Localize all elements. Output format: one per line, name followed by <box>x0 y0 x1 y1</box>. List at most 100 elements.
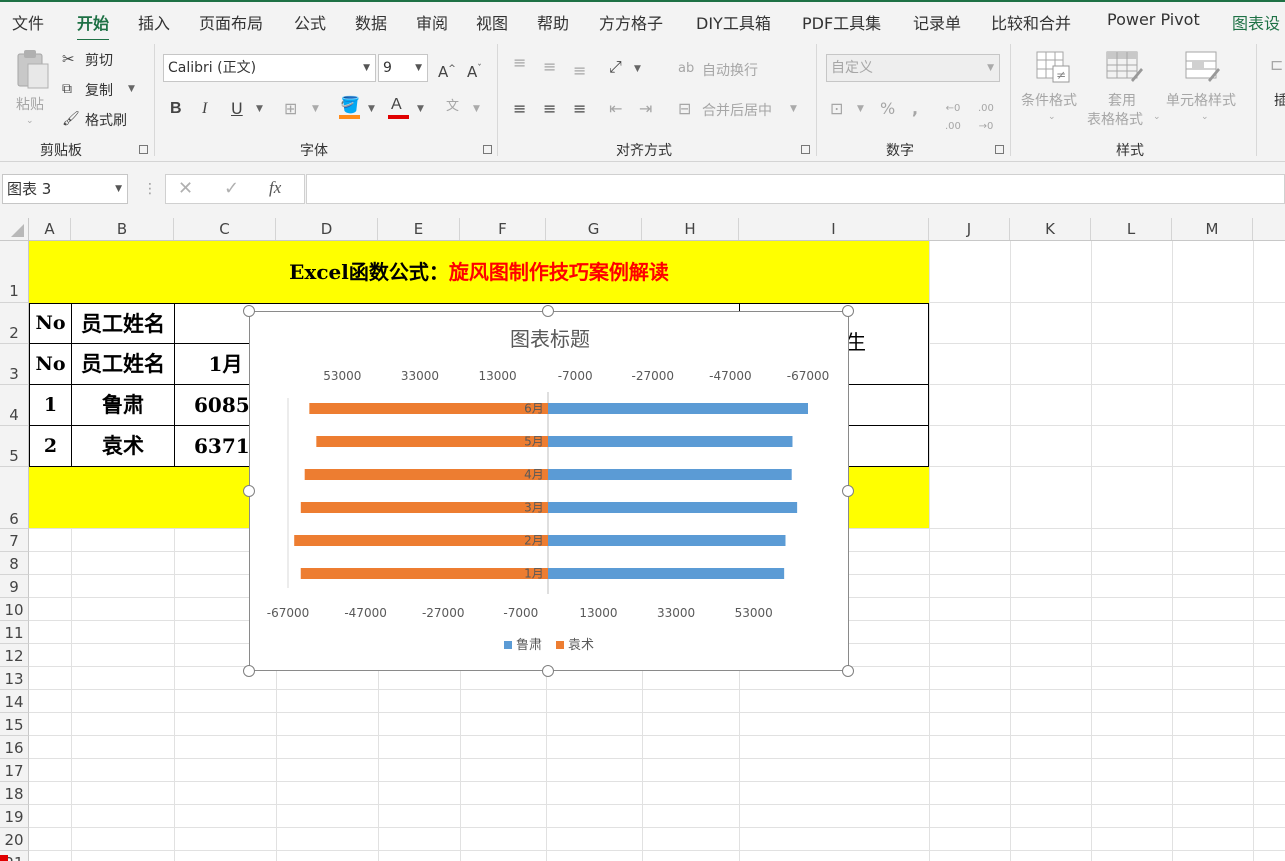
row-header-16[interactable]: 16 <box>0 736 29 759</box>
row-header-2[interactable]: 2 <box>0 303 29 344</box>
tab-insert[interactable]: 插入 <box>138 10 170 34</box>
comma-icon[interactable]: , <box>912 100 918 118</box>
chevron-down-icon[interactable]: ▼ <box>634 64 641 74</box>
tab-help[interactable]: 帮助 <box>537 10 569 34</box>
cell-c5[interactable]: 63714 <box>194 426 249 466</box>
cell-b4[interactable]: 鲁肃 <box>72 385 174 425</box>
wrap-text-button[interactable]: 自动换行 <box>702 60 758 80</box>
tab-page-layout[interactable]: 页面布局 <box>199 10 263 34</box>
tab-chart-design[interactable]: 图表设 <box>1232 10 1280 34</box>
resize-handle-top-right[interactable] <box>842 305 854 317</box>
cell-b5[interactable]: 袁术 <box>72 426 174 466</box>
bold-button[interactable]: B <box>170 100 182 118</box>
column-header-e[interactable]: E <box>378 218 460 240</box>
resize-handle-bottom-left[interactable] <box>243 665 255 677</box>
select-all-button[interactable] <box>0 218 29 240</box>
name-box[interactable]: 图表 3 ▼ <box>2 174 128 204</box>
italic-button[interactable]: I <box>202 100 207 118</box>
chevron-down-icon[interactable]: ▼ <box>857 104 864 114</box>
tab-data[interactable]: 数据 <box>355 10 387 34</box>
orientation-icon[interactable]: ⤢ <box>609 58 622 76</box>
cell-a3[interactable]: No <box>30 344 71 384</box>
percent-icon[interactable]: % <box>880 100 895 118</box>
column-header-c[interactable]: C <box>174 218 276 240</box>
column-header-d[interactable]: D <box>276 218 378 240</box>
tab-power-pivot[interactable]: Power Pivot <box>1107 10 1200 29</box>
cell-c4[interactable]: 60855 <box>194 385 249 425</box>
resize-handle-top[interactable] <box>542 305 554 317</box>
align-center-icon[interactable]: ≡ <box>543 100 556 118</box>
cut-button[interactable]: 剪切 <box>85 50 113 70</box>
row-header-3[interactable]: 3 <box>0 344 29 385</box>
row-header-15[interactable]: 15 <box>0 713 29 736</box>
column-header-h[interactable]: H <box>642 218 739 240</box>
column-header-b[interactable]: B <box>71 218 174 240</box>
chevron-down-icon[interactable]: ▼ <box>368 104 375 114</box>
insert-cells-icon[interactable]: ⊏ <box>1270 56 1283 74</box>
font-name-select[interactable]: Calibri (正文) ▼ <box>163 54 376 82</box>
cancel-icon[interactable]: ✕ <box>178 180 193 198</box>
row-header-9[interactable]: 9 <box>0 575 29 598</box>
tab-formulas[interactable]: 公式 <box>294 10 326 34</box>
fill-color-icon[interactable]: 🪣 <box>340 96 360 114</box>
tab-review[interactable]: 审阅 <box>416 10 448 34</box>
tab-compare-merge[interactable]: 比较和合并 <box>991 10 1071 34</box>
row-header-14[interactable]: 14 <box>0 690 29 713</box>
column-header-j[interactable]: J <box>929 218 1010 240</box>
column-header-i[interactable]: I <box>739 218 929 240</box>
chevron-down-icon[interactable]: ▼ <box>473 104 480 114</box>
phonetic-icon[interactable]: 文 <box>446 98 459 116</box>
decrease-indent-icon[interactable]: ⇤ <box>609 100 622 118</box>
increase-font-icon[interactable]: A^ <box>438 60 456 81</box>
align-right-icon[interactable]: ≡ <box>573 100 586 118</box>
column-header-a[interactable]: A <box>29 218 71 240</box>
cell-a2[interactable]: No <box>30 304 71 343</box>
dialog-launcher-icon[interactable] <box>995 145 1004 154</box>
dialog-launcher-icon[interactable] <box>483 145 492 154</box>
tab-view[interactable]: 视图 <box>476 10 508 34</box>
tab-home[interactable]: 开始 <box>77 10 110 42</box>
align-bottom-icon[interactable]: ≡ <box>573 62 586 80</box>
chevron-down-icon[interactable]: ▼ <box>417 104 424 114</box>
format-painter-button[interactable]: 格式刷 <box>85 110 127 130</box>
cell-a5[interactable]: 2 <box>30 426 71 466</box>
decrease-decimal-icon[interactable]: .00 →0 <box>978 100 994 136</box>
row-header-6[interactable]: 6 <box>0 467 29 529</box>
borders-icon[interactable]: ⊞ <box>284 100 297 118</box>
number-format-select[interactable]: 自定义 ▼ <box>826 54 1000 82</box>
decrease-font-icon[interactable]: Aˇ <box>467 60 482 81</box>
cell-styles-button[interactable]: 单元格样式 ⌄ <box>1164 46 1246 132</box>
font-color-icon[interactable]: A <box>391 96 402 114</box>
tornado-chart[interactable]: 图表标题 1月 2月 3月 4月 5月 6月 -67000 -47000 -27000 -7000 1… <box>249 311 849 671</box>
column-header-l[interactable]: L <box>1091 218 1172 240</box>
tab-diy-toolbox[interactable]: DIY工具箱 <box>696 10 771 34</box>
column-header-k[interactable]: K <box>1010 218 1091 240</box>
chevron-down-icon[interactable]: ▼ <box>256 104 263 114</box>
row-header-10[interactable]: 10 <box>0 598 29 621</box>
paste-button[interactable]: 粘贴 ⌄ <box>10 46 52 126</box>
dialog-launcher-icon[interactable] <box>801 145 810 154</box>
increase-indent-icon[interactable]: ⇥ <box>639 100 652 118</box>
cell-b2[interactable]: 员工姓名 <box>72 304 174 343</box>
row-header-19[interactable]: 19 <box>0 805 29 828</box>
align-middle-icon[interactable]: ≡ <box>543 58 556 76</box>
row-header-17[interactable]: 17 <box>0 759 29 782</box>
merge-center-button[interactable]: 合并后居中 <box>702 100 772 120</box>
align-top-icon[interactable]: ≡ <box>513 54 526 72</box>
row-header-11[interactable]: 11 <box>0 621 29 644</box>
currency-icon[interactable]: ⊡ <box>830 100 843 118</box>
row-header-20[interactable]: 20 <box>0 828 29 851</box>
row-header-7[interactable]: 7 <box>0 529 29 552</box>
row-header-5[interactable]: 5 <box>0 426 29 467</box>
row-header-13[interactable]: 13 <box>0 667 29 690</box>
tab-record-sheet[interactable]: 记录单 <box>913 10 961 34</box>
chevron-down-icon[interactable]: ▼ <box>128 84 135 94</box>
row-header-8[interactable]: 8 <box>0 552 29 575</box>
resize-handle-top-left[interactable] <box>243 305 255 317</box>
insert-function-icon[interactable]: fx <box>269 179 281 197</box>
resize-handle-right[interactable] <box>842 485 854 497</box>
tab-pdf-tools[interactable]: PDF工具集 <box>802 10 881 34</box>
underline-button[interactable]: U <box>231 100 243 118</box>
format-as-table-button[interactable]: 套用 表格格式 ⌄ <box>1087 46 1163 132</box>
row-header-4[interactable]: 4 <box>0 385 29 426</box>
